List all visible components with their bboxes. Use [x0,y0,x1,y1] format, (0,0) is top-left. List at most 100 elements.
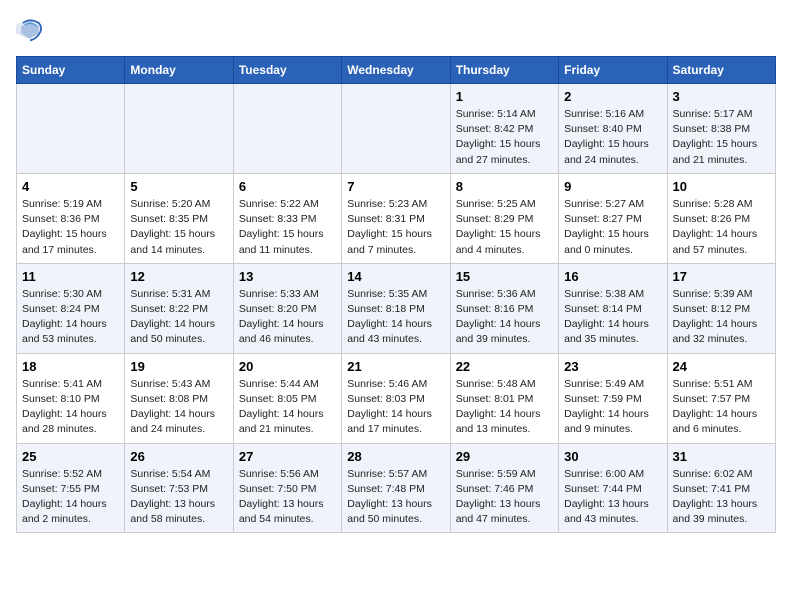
header-cell-tuesday: Tuesday [233,57,341,84]
day-number: 5 [130,179,227,194]
day-info: Sunrise: 5:22 AM Sunset: 8:33 PM Dayligh… [239,197,336,258]
day-number: 1 [456,89,553,104]
day-info: Sunrise: 5:14 AM Sunset: 8:42 PM Dayligh… [456,107,553,168]
day-number: 2 [564,89,661,104]
day-info: Sunrise: 5:28 AM Sunset: 8:26 PM Dayligh… [673,197,770,258]
day-info: Sunrise: 5:38 AM Sunset: 8:14 PM Dayligh… [564,287,661,348]
day-cell [233,84,341,174]
day-cell [342,84,450,174]
day-info: Sunrise: 5:27 AM Sunset: 8:27 PM Dayligh… [564,197,661,258]
day-cell: 27 Sunrise: 5:56 AM Sunset: 7:50 PM Dayli… [233,443,341,533]
day-number: 7 [347,179,444,194]
header-row: SundayMondayTuesdayWednesdayThursdayFrid… [17,57,776,84]
week-row-1: 1 Sunrise: 5:14 AM Sunset: 8:42 PM Daylig… [17,84,776,174]
day-number: 11 [22,269,119,284]
day-number: 26 [130,449,227,464]
day-number: 12 [130,269,227,284]
day-cell: 15Sunrise: 5:36 AM Sunset: 8:16 PM Dayli… [450,263,558,353]
day-number: 8 [456,179,553,194]
day-cell: 12 Sunrise: 5:31 AM Sunset: 8:22 PM Dayli… [125,263,233,353]
day-cell: 26 Sunrise: 5:54 AM Sunset: 7:53 PM Dayli… [125,443,233,533]
week-row-3: 11 Sunrise: 5:30 AM Sunset: 8:24 PM Dayli… [17,263,776,353]
day-cell: 20 Sunrise: 5:44 AM Sunset: 8:05 PM Dayli… [233,353,341,443]
day-number: 25 [22,449,119,464]
page-header [16,16,776,44]
calendar-header: SundayMondayTuesdayWednesdayThursdayFrid… [17,57,776,84]
day-cell: 2 Sunrise: 5:16 AM Sunset: 8:40 PM Daylig… [559,84,667,174]
day-cell: 16 Sunrise: 5:38 AM Sunset: 8:14 PM Dayli… [559,263,667,353]
day-cell: 4Sunrise: 5:19 AM Sunset: 8:36 PM Daylig… [17,173,125,263]
day-number: 3 [673,89,770,104]
day-info: Sunrise: 6:00 AM Sunset: 7:44 PM Dayligh… [564,467,661,528]
day-info: Sunrise: 5:33 AM Sunset: 8:20 PM Dayligh… [239,287,336,348]
header-cell-monday: Monday [125,57,233,84]
day-info: Sunrise: 5:59 AM Sunset: 7:46 PM Dayligh… [456,467,553,528]
day-number: 21 [347,359,444,374]
day-number: 20 [239,359,336,374]
calendar-table: SundayMondayTuesdayWednesdayThursdayFrid… [16,56,776,533]
day-info: Sunrise: 5:56 AM Sunset: 7:50 PM Dayligh… [239,467,336,528]
day-cell: 9 Sunrise: 5:27 AM Sunset: 8:27 PM Daylig… [559,173,667,263]
calendar-body: 1 Sunrise: 5:14 AM Sunset: 8:42 PM Daylig… [17,84,776,533]
day-info: Sunrise: 5:52 AM Sunset: 7:55 PM Dayligh… [22,467,119,528]
day-number: 10 [673,179,770,194]
day-number: 15 [456,269,553,284]
day-cell: 23 Sunrise: 5:49 AM Sunset: 7:59 PM Dayli… [559,353,667,443]
day-cell: 19Sunrise: 5:43 AM Sunset: 8:08 PM Dayli… [125,353,233,443]
day-cell: 25 Sunrise: 5:52 AM Sunset: 7:55 PM Dayli… [17,443,125,533]
logo-icon [16,16,44,44]
day-number: 14 [347,269,444,284]
day-info: Sunrise: 5:25 AM Sunset: 8:29 PM Dayligh… [456,197,553,258]
day-cell: 11 Sunrise: 5:30 AM Sunset: 8:24 PM Dayli… [17,263,125,353]
day-cell: 3 Sunrise: 5:17 AM Sunset: 8:38 PM Daylig… [667,84,775,174]
day-info: Sunrise: 5:44 AM Sunset: 8:05 PM Dayligh… [239,377,336,438]
header-cell-friday: Friday [559,57,667,84]
day-info: Sunrise: 5:17 AM Sunset: 8:38 PM Dayligh… [673,107,770,168]
day-number: 16 [564,269,661,284]
week-row-5: 25 Sunrise: 5:52 AM Sunset: 7:55 PM Dayli… [17,443,776,533]
logo [16,16,48,44]
day-info: Sunrise: 5:48 AM Sunset: 8:01 PM Dayligh… [456,377,553,438]
day-number: 13 [239,269,336,284]
day-info: Sunrise: 5:51 AM Sunset: 7:57 PM Dayligh… [673,377,770,438]
day-number: 28 [347,449,444,464]
day-cell [125,84,233,174]
day-cell [17,84,125,174]
day-cell: 8 Sunrise: 5:25 AM Sunset: 8:29 PM Daylig… [450,173,558,263]
day-info: Sunrise: 5:16 AM Sunset: 8:40 PM Dayligh… [564,107,661,168]
day-cell: 29 Sunrise: 5:59 AM Sunset: 7:46 PM Dayli… [450,443,558,533]
day-info: Sunrise: 5:54 AM Sunset: 7:53 PM Dayligh… [130,467,227,528]
day-info: Sunrise: 5:19 AM Sunset: 8:36 PM Dayligh… [22,197,119,258]
day-cell: 13 Sunrise: 5:33 AM Sunset: 8:20 PM Dayli… [233,263,341,353]
day-info: Sunrise: 6:02 AM Sunset: 7:41 PM Dayligh… [673,467,770,528]
day-cell: 14Sunrise: 5:35 AM Sunset: 8:18 PM Dayli… [342,263,450,353]
day-info: Sunrise: 5:46 AM Sunset: 8:03 PM Dayligh… [347,377,444,438]
day-cell: 6 Sunrise: 5:22 AM Sunset: 8:33 PM Daylig… [233,173,341,263]
day-cell: 17 Sunrise: 5:39 AM Sunset: 8:12 PM Dayli… [667,263,775,353]
day-info: Sunrise: 5:49 AM Sunset: 7:59 PM Dayligh… [564,377,661,438]
day-info: Sunrise: 5:31 AM Sunset: 8:22 PM Dayligh… [130,287,227,348]
day-number: 23 [564,359,661,374]
week-row-2: 4Sunrise: 5:19 AM Sunset: 8:36 PM Daylig… [17,173,776,263]
day-cell: 18Sunrise: 5:41 AM Sunset: 8:10 PM Dayli… [17,353,125,443]
day-cell: 24Sunrise: 5:51 AM Sunset: 7:57 PM Dayli… [667,353,775,443]
day-number: 30 [564,449,661,464]
day-info: Sunrise: 5:41 AM Sunset: 8:10 PM Dayligh… [22,377,119,438]
day-number: 9 [564,179,661,194]
day-number: 27 [239,449,336,464]
day-cell: 30 Sunrise: 6:00 AM Sunset: 7:44 PM Dayli… [559,443,667,533]
day-cell: 5 Sunrise: 5:20 AM Sunset: 8:35 PM Daylig… [125,173,233,263]
day-number: 6 [239,179,336,194]
day-info: Sunrise: 5:23 AM Sunset: 8:31 PM Dayligh… [347,197,444,258]
day-number: 17 [673,269,770,284]
day-cell: 7 Sunrise: 5:23 AM Sunset: 8:31 PM Daylig… [342,173,450,263]
day-info: Sunrise: 5:30 AM Sunset: 8:24 PM Dayligh… [22,287,119,348]
header-cell-saturday: Saturday [667,57,775,84]
day-info: Sunrise: 5:20 AM Sunset: 8:35 PM Dayligh… [130,197,227,258]
day-cell: 28Sunrise: 5:57 AM Sunset: 7:48 PM Dayli… [342,443,450,533]
day-number: 29 [456,449,553,464]
day-cell: 21 Sunrise: 5:46 AM Sunset: 8:03 PM Dayli… [342,353,450,443]
day-info: Sunrise: 5:43 AM Sunset: 8:08 PM Dayligh… [130,377,227,438]
header-cell-sunday: Sunday [17,57,125,84]
day-info: Sunrise: 5:39 AM Sunset: 8:12 PM Dayligh… [673,287,770,348]
